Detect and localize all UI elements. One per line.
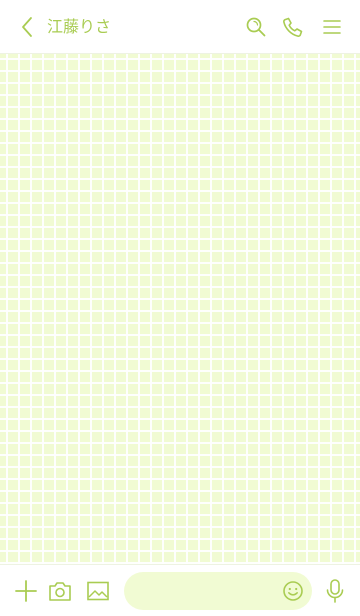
chat-header: 江藤りさ [0, 0, 360, 54]
hamburger-menu-icon [322, 18, 342, 36]
message-area[interactable] [0, 54, 360, 564]
phone-icon [282, 16, 304, 38]
chat-title: 江藤りさ [47, 17, 112, 36]
search-icon [245, 16, 267, 38]
smiley-icon [282, 580, 304, 602]
call-button[interactable] [280, 14, 306, 40]
microphone-icon [325, 578, 345, 604]
plus-icon [14, 579, 38, 603]
image-icon [86, 580, 110, 602]
mic-button[interactable] [321, 577, 349, 605]
emoji-button[interactable] [280, 578, 306, 604]
chevron-left-icon [20, 16, 34, 38]
image-button[interactable] [84, 577, 112, 605]
menu-button[interactable] [319, 14, 345, 40]
add-button[interactable] [12, 577, 40, 605]
camera-button[interactable] [46, 577, 74, 605]
back-button[interactable] [14, 13, 40, 41]
camera-icon [48, 580, 72, 602]
composer-bar [0, 564, 360, 616]
search-button[interactable] [243, 14, 269, 40]
